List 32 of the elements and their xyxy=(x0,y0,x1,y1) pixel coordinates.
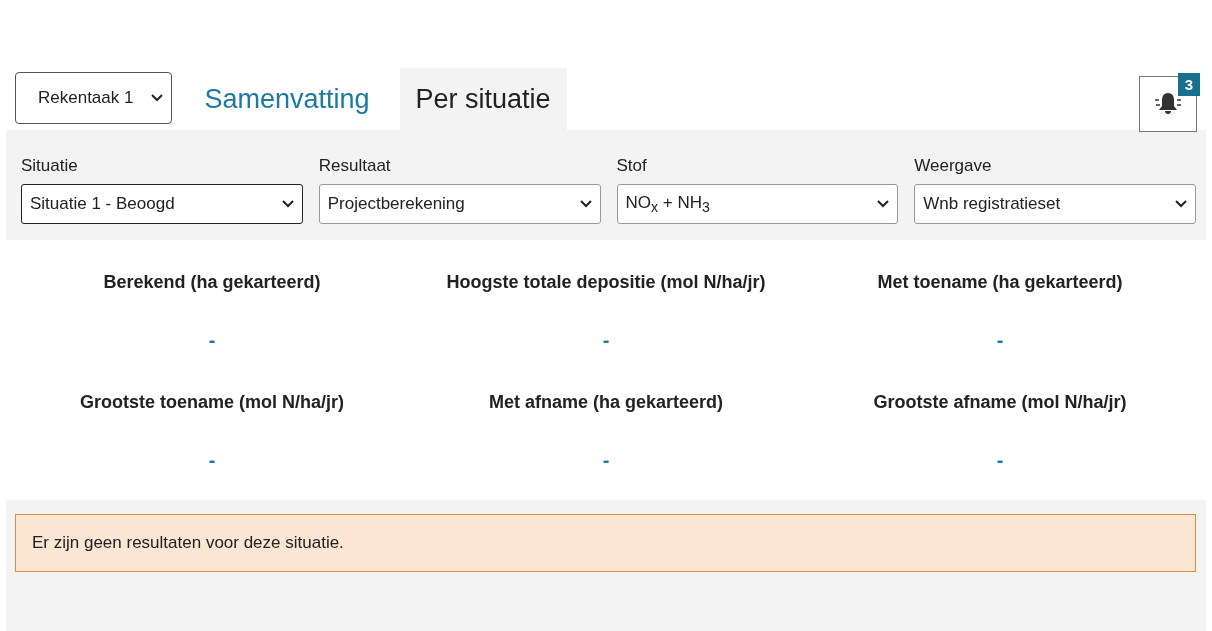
stat-label: Grootste toename (mol N/ha/jr) xyxy=(79,392,344,413)
chevron-down-icon xyxy=(579,200,592,208)
chevron-down-icon xyxy=(281,200,294,208)
stat-label: Met afname (ha gekarteerd) xyxy=(488,392,724,413)
warning-message: Er zijn geen resultaten voor deze situatie. xyxy=(15,514,1196,572)
stat-value: - xyxy=(602,329,610,352)
stat-value: - xyxy=(996,449,1004,472)
tab[interactable]: Per situatie xyxy=(399,68,567,130)
stat-value: - xyxy=(602,449,610,472)
filter-label: Situatie xyxy=(21,156,79,176)
dropdown[interactable]: Situatie 1 - Beoogd xyxy=(21,184,303,224)
stat-label: Hoogste totale depositie (mol N/ha/jr) xyxy=(446,272,766,293)
chevron-down-icon xyxy=(1175,200,1187,208)
filter-label: Stof xyxy=(616,156,648,176)
stat-value: - xyxy=(208,449,216,472)
tab[interactable]: Samenvatting xyxy=(188,68,386,130)
dropdown[interactable]: NO$_{x}$ + NH$_{3}$ xyxy=(616,184,899,224)
stat-value: - xyxy=(996,329,1004,352)
filter-label: Weergave xyxy=(914,156,993,176)
stat-label: Grootste afname (mol N/ha/jr) xyxy=(873,392,1127,413)
notifications-button[interactable]: 3 xyxy=(1139,76,1197,132)
notification-count: 3 xyxy=(1177,73,1200,96)
dropdown[interactable]: Wnb registratieset xyxy=(914,184,1196,224)
stat-value: - xyxy=(208,329,216,352)
stat-label: Berekend (ha gekarteerd) xyxy=(103,272,321,293)
chevron-down-icon xyxy=(877,200,890,208)
task-select[interactable]: Rekentaak 1 xyxy=(15,72,173,124)
dropdown[interactable]: Projectberekening xyxy=(318,184,601,224)
bell-icon xyxy=(1153,91,1183,117)
chevron-down-icon xyxy=(151,94,164,102)
stat-label: Met toename (ha gekarteerd) xyxy=(877,272,1123,293)
filter-label: Resultaat xyxy=(318,156,392,176)
